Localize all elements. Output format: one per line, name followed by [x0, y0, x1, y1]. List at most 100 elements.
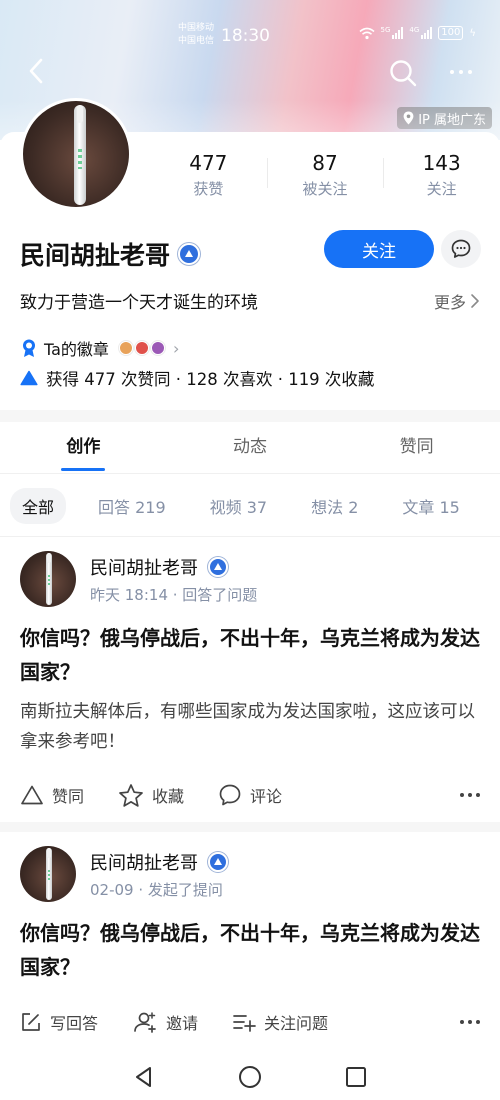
- tab-activity[interactable]: 动态: [167, 422, 334, 473]
- comment-label: 评论: [250, 787, 283, 806]
- signal-icon: [392, 27, 404, 39]
- profile-tabs: 创作 动态 赞同: [0, 422, 500, 474]
- follow-button[interactable]: 关注: [324, 230, 434, 268]
- chevron-right-icon: ›: [172, 338, 180, 358]
- post-more-icon[interactable]: [460, 1020, 480, 1024]
- filter-videos[interactable]: 视频 37: [198, 488, 279, 524]
- tab-creations[interactable]: 创作: [0, 422, 167, 473]
- medal-icon: [23, 339, 35, 357]
- more-profile-link[interactable]: 更多: [434, 289, 480, 313]
- follow-question-button[interactable]: 关注问题: [232, 1010, 328, 1034]
- invite-user-icon: [134, 1012, 156, 1033]
- achievements-row: 获得 477 次赞同 · 128 次喜欢 · 119 次收藏: [20, 366, 374, 390]
- upvote-label: 赞同: [52, 787, 85, 806]
- system-back-button[interactable]: [91, 1065, 197, 1089]
- filter-articles[interactable]: 文章 15: [390, 488, 471, 524]
- section-divider: [0, 410, 500, 422]
- bio-row: 致力于营造一个天才诞生的环境 更多: [20, 288, 480, 313]
- avatar-toothbrush-image: [74, 105, 86, 205]
- verified-badge-icon[interactable]: [178, 243, 201, 265]
- search-icon: [390, 60, 417, 87]
- tab-upvoted[interactable]: 赞同: [333, 422, 500, 473]
- system-home-button[interactable]: [197, 1065, 303, 1089]
- badges-row[interactable]: Ta的徽章 ›: [20, 336, 179, 360]
- circle-home-icon: [239, 1066, 261, 1088]
- author-row[interactable]: 民间胡扯老哥 昨天 18:14 · 回答了问题: [20, 551, 257, 607]
- author-name[interactable]: 民间胡扯老哥: [90, 554, 198, 580]
- question-title[interactable]: 你信吗？俄乌停战后，不出十年，乌克兰将成为发达国家？: [20, 621, 480, 689]
- verified-badge-icon: [208, 556, 228, 577]
- stat-followers-label: 被关注: [302, 180, 348, 198]
- comment-button[interactable]: 评论: [218, 783, 282, 807]
- follow-question-label: 关注问题: [264, 1014, 329, 1033]
- more-label: 更多: [433, 292, 466, 312]
- post-more-icon[interactable]: [460, 793, 480, 797]
- stat-followers[interactable]: 87 被关注: [266, 150, 384, 206]
- more-menu-button[interactable]: [444, 62, 478, 82]
- stat-likes[interactable]: 477 获赞: [150, 150, 267, 206]
- badge-thumbnails: [118, 341, 165, 355]
- chat-bubble-icon: [451, 239, 471, 258]
- write-answer-label: 写回答: [50, 1014, 99, 1033]
- author-meta: 民间胡扯老哥 昨天 18:14 · 回答了问题: [90, 554, 257, 605]
- question-actions: 写回答 邀请 关注问题: [20, 1006, 480, 1038]
- write-answer-button[interactable]: 写回答: [20, 1010, 98, 1034]
- system-icons: 5G 4G 100 ϟ: [358, 26, 476, 40]
- comment-bubble-icon: [219, 784, 241, 806]
- badge-red-icon: [134, 341, 149, 355]
- carrier-1: 中国移动: [178, 23, 215, 33]
- search-button[interactable]: [388, 58, 418, 88]
- verified-badge-icon: [208, 851, 228, 872]
- system-recents-button[interactable]: [303, 1066, 409, 1088]
- status-time: 18:30: [221, 26, 270, 46]
- feed-item[interactable]: 民间胡扯老哥 02-09 · 发起了提问 你信吗？俄乌停战后，不出十年，乌克兰将…: [0, 832, 500, 1054]
- profile-avatar[interactable]: [20, 98, 132, 210]
- question-title[interactable]: 你信吗？俄乌停战后，不出十年，乌克兰将成为发达国家？: [20, 916, 480, 984]
- profile-stats: 477 获赞 87 被关注 143 关注: [150, 150, 500, 206]
- stat-following-label: 关注: [426, 180, 457, 198]
- badge-orange-icon: [118, 341, 133, 355]
- author-row[interactable]: 民间胡扯老哥 02-09 · 发起了提问: [20, 846, 228, 902]
- answer-excerpt[interactable]: 南斯拉夫解体后，有哪些国家成为发达国家啦，这应该可以拿来参考吧！: [20, 697, 480, 757]
- stat-following[interactable]: 143 关注: [383, 150, 500, 206]
- upvote-button[interactable]: 赞同: [20, 783, 84, 807]
- ip-location-text: IP 属地广东: [418, 112, 486, 128]
- wifi-icon: [358, 27, 375, 39]
- post-meta: 昨天 18:14 · 回答了问题: [90, 585, 258, 604]
- invite-button[interactable]: 邀请: [132, 1010, 198, 1034]
- author-avatar[interactable]: [20, 551, 76, 607]
- post-actions: 赞同 收藏 评论: [20, 779, 480, 811]
- upvote-icon: [21, 785, 43, 805]
- stat-likes-label: 获赞: [193, 180, 224, 198]
- avatar-toothbrush-image: [46, 553, 52, 605]
- profile-name-row: 民间胡扯老哥: [20, 236, 201, 272]
- avatar-toothbrush-image: [46, 848, 52, 900]
- battery-icon: 100: [438, 26, 464, 40]
- author-name-line: 民间胡扯老哥: [90, 554, 257, 580]
- filter-thoughts[interactable]: 想法 2: [299, 488, 370, 524]
- ip-location-tag: IP 属地广东: [397, 107, 492, 129]
- author-name-line: 民间胡扯老哥: [90, 849, 228, 875]
- profile-name: 民间胡扯老哥: [20, 241, 171, 270]
- filter-answers[interactable]: 回答 219: [86, 488, 178, 524]
- feed-item[interactable]: 民间胡扯老哥 昨天 18:14 · 回答了问题 你信吗？俄乌停战后，不出十年，乌…: [0, 536, 500, 822]
- favorite-button[interactable]: 收藏: [118, 783, 184, 808]
- carrier-2: 中国电信: [178, 36, 215, 46]
- triangle-back-icon: [136, 1067, 151, 1087]
- invite-label: 邀请: [166, 1014, 199, 1033]
- status-bar: 中国移动 中国电信 18:30 5G 4G 100 ϟ: [0, 20, 500, 52]
- author-avatar[interactable]: [20, 846, 76, 902]
- achievements-text: 获得 477 次赞同 · 128 次喜欢 · 119 次收藏: [46, 370, 375, 389]
- stat-likes-value: 477: [189, 151, 228, 175]
- system-navigation-bar: [0, 1054, 500, 1100]
- profile-bio: 致力于营造一个天才诞生的环境: [20, 293, 258, 313]
- filter-all[interactable]: 全部: [10, 488, 67, 524]
- message-button[interactable]: [441, 230, 481, 268]
- back-button[interactable]: [24, 56, 50, 86]
- favorite-label: 收藏: [152, 787, 185, 806]
- author-name[interactable]: 民间胡扯老哥: [90, 849, 198, 875]
- square-recents-icon: [346, 1067, 366, 1087]
- location-pin-icon: [403, 111, 414, 125]
- upvote-triangle-icon: [20, 370, 38, 386]
- star-icon: [119, 783, 143, 807]
